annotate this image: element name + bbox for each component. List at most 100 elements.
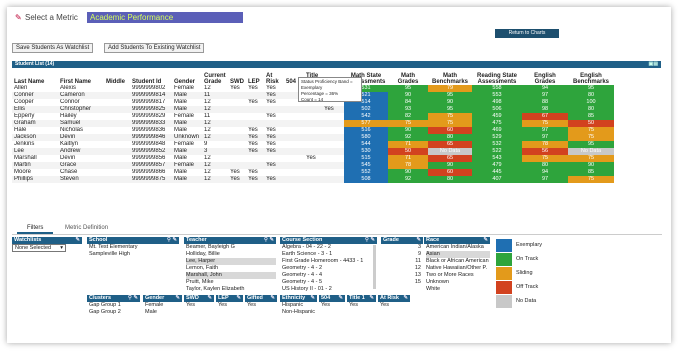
score-cell[interactable]: 80 <box>522 162 568 169</box>
score-cell[interactable]: 90 <box>388 127 428 134</box>
filter-option[interactable]: Gap Group 2 <box>89 309 140 316</box>
score-cell[interactable]: 71 <box>388 141 428 148</box>
score-cell[interactable]: 84 <box>388 99 428 106</box>
metric-value[interactable]: Academic Performance <box>87 12 243 23</box>
return-to-charts-button[interactable]: Return to Charts <box>495 29 559 38</box>
column-header[interactable]: At Risk <box>264 68 284 85</box>
table-row[interactable]: Jackson Devin 9999999846 Unknown 12 Yes Yes 580… <box>12 134 614 141</box>
score-cell[interactable]: 97 <box>522 134 568 141</box>
score-cell[interactable]: 515 <box>344 155 388 162</box>
edit-icon[interactable]: ✎ <box>338 295 343 302</box>
score-cell[interactable]: 543 <box>472 155 522 162</box>
score-cell[interactable]: 97 <box>522 92 568 99</box>
filter-option[interactable]: 3 <box>383 244 421 251</box>
filter-option[interactable]: Asian <box>426 251 490 258</box>
column-header[interactable]: Last Name <box>12 68 58 85</box>
score-cell[interactable]: 90 <box>428 162 472 169</box>
table-row[interactable]: Moore Chase 9999999866 Male 12 Yes Yes 552 90 60 4… <box>12 169 614 176</box>
edit-icon[interactable]: ✎ <box>270 295 275 302</box>
filter-option[interactable]: Unknown <box>426 279 490 286</box>
filter-option[interactable]: 9 <box>383 251 421 258</box>
score-cell[interactable]: 65 <box>428 141 472 148</box>
score-cell[interactable]: 88 <box>522 99 568 106</box>
column-header[interactable]: First Name <box>58 68 104 85</box>
tab-filters[interactable]: Filters <box>17 223 54 234</box>
table-row[interactable]: Graham Samuel 9999999833 Male 12 577 75 75 475 75… <box>12 120 614 127</box>
edit-icon[interactable]: ✎ <box>310 295 315 302</box>
filter-option[interactable]: 12 <box>383 265 421 272</box>
metric-selector[interactable]: ✎ Select a Metric <box>15 13 78 22</box>
score-cell[interactable]: 94 <box>522 169 568 176</box>
filter-option[interactable]: Black or African American <box>426 258 490 265</box>
scrollbar[interactable] <box>373 245 376 289</box>
score-cell[interactable]: 522 <box>472 148 522 155</box>
edit-icon[interactable]: ✎ <box>207 295 212 302</box>
score-cell[interactable]: 78 <box>388 162 428 169</box>
edit-icon[interactable]: ✎ <box>483 237 488 244</box>
score-cell[interactable]: No Data <box>568 148 614 155</box>
filter-option[interactable]: Lemon, Faith <box>186 265 276 272</box>
export-icon[interactable]: ▣▤ <box>649 61 658 68</box>
score-cell[interactable]: 90 <box>428 99 472 106</box>
filter-option[interactable]: Yes <box>321 302 345 309</box>
column-header[interactable]: Middle <box>104 68 130 85</box>
table-row[interactable]: Jenkins Kaitlyn 9999999848 Female 9 Yes Yes 544… <box>12 141 614 148</box>
table-row[interactable]: Phillips Steven 9999999875 Male 12 Yes Yes Yes 5… <box>12 176 614 183</box>
score-cell[interactable]: 56 <box>522 148 568 155</box>
table-row[interactable]: Lee Andrew 9999999852 Male 3 Yes Yes 530 50 No Da… <box>12 148 614 155</box>
score-cell[interactable]: 92 <box>388 176 428 183</box>
add-to-watchlist-button[interactable]: Add Students To Existing Watchlist <box>104 43 205 53</box>
score-cell[interactable]: 469 <box>472 127 522 134</box>
score-cell[interactable]: 60 <box>428 127 472 134</box>
filter-option[interactable]: Yes <box>186 302 214 309</box>
filter-option[interactable]: Lee, Harper <box>186 258 276 265</box>
score-cell[interactable]: 577 <box>344 120 388 127</box>
score-cell[interactable]: 85 <box>568 169 614 176</box>
score-cell[interactable]: 93 <box>388 106 428 113</box>
score-cell[interactable]: No Data <box>428 148 472 155</box>
score-cell[interactable]: 552 <box>344 169 388 176</box>
score-cell[interactable]: 75 <box>522 120 568 127</box>
filter-option[interactable]: 13 <box>383 272 421 279</box>
column-header[interactable]: English Benchmarks <box>568 68 614 85</box>
filter-option[interactable]: Yes <box>349 302 376 309</box>
filter-option[interactable]: Earth Science - 3 - 1 <box>282 251 377 258</box>
score-cell[interactable]: 75 <box>428 120 472 127</box>
filter-option[interactable]: Beamer, Bayleigh G <box>186 244 276 251</box>
score-cell[interactable]: 50 <box>388 148 428 155</box>
watchlist-select[interactable]: None Selected ▾ <box>12 244 66 252</box>
filter-option[interactable]: Male <box>145 309 182 316</box>
filter-option[interactable]: Two or More Races <box>426 272 490 279</box>
score-cell[interactable]: 97 <box>522 127 568 134</box>
score-cell[interactable]: 75 <box>568 127 614 134</box>
filter-option[interactable]: 11 <box>383 258 421 265</box>
filter-option[interactable]: Yes <box>218 302 243 309</box>
filter-option[interactable]: Mt. Test Elementary <box>89 244 179 251</box>
filter-option[interactable]: 15 <box>383 279 421 286</box>
filter-option[interactable]: Yes <box>247 302 277 309</box>
score-cell[interactable]: 75 <box>568 134 614 141</box>
filter-option[interactable]: US History II - 01 - 2 <box>282 286 377 293</box>
score-cell[interactable]: 82 <box>388 113 428 120</box>
filter-option[interactable]: Geometry - 4 - 2 <box>282 265 377 272</box>
score-cell[interactable]: 475 <box>472 120 522 127</box>
score-cell[interactable]: 95 <box>568 141 614 148</box>
edit-icon[interactable]: ✎ <box>236 295 241 302</box>
filter-option[interactable]: Hispanic <box>282 302 317 309</box>
score-cell[interactable]: 85 <box>568 113 614 120</box>
score-cell[interactable]: 445 <box>472 169 522 176</box>
score-cell[interactable]: 65 <box>428 155 472 162</box>
score-cell[interactable]: 459 <box>472 113 522 120</box>
score-cell[interactable]: 100 <box>568 99 614 106</box>
score-cell[interactable]: 95 <box>428 106 472 113</box>
filter-option[interactable]: Marshall, John <box>186 272 276 279</box>
tab-metric-definition[interactable]: Metric Definition <box>55 223 118 234</box>
score-cell[interactable]: 542 <box>344 113 388 120</box>
score-cell[interactable]: 71 <box>388 155 428 162</box>
score-cell[interactable]: 80 <box>428 134 472 141</box>
score-cell[interactable]: 506 <box>472 106 522 113</box>
filter-option[interactable]: Algebra - 04 - 22 - 2 <box>282 244 377 251</box>
score-cell[interactable]: 79 <box>428 85 472 92</box>
score-cell[interactable]: 67 <box>522 113 568 120</box>
score-cell[interactable]: 92 <box>388 134 428 141</box>
